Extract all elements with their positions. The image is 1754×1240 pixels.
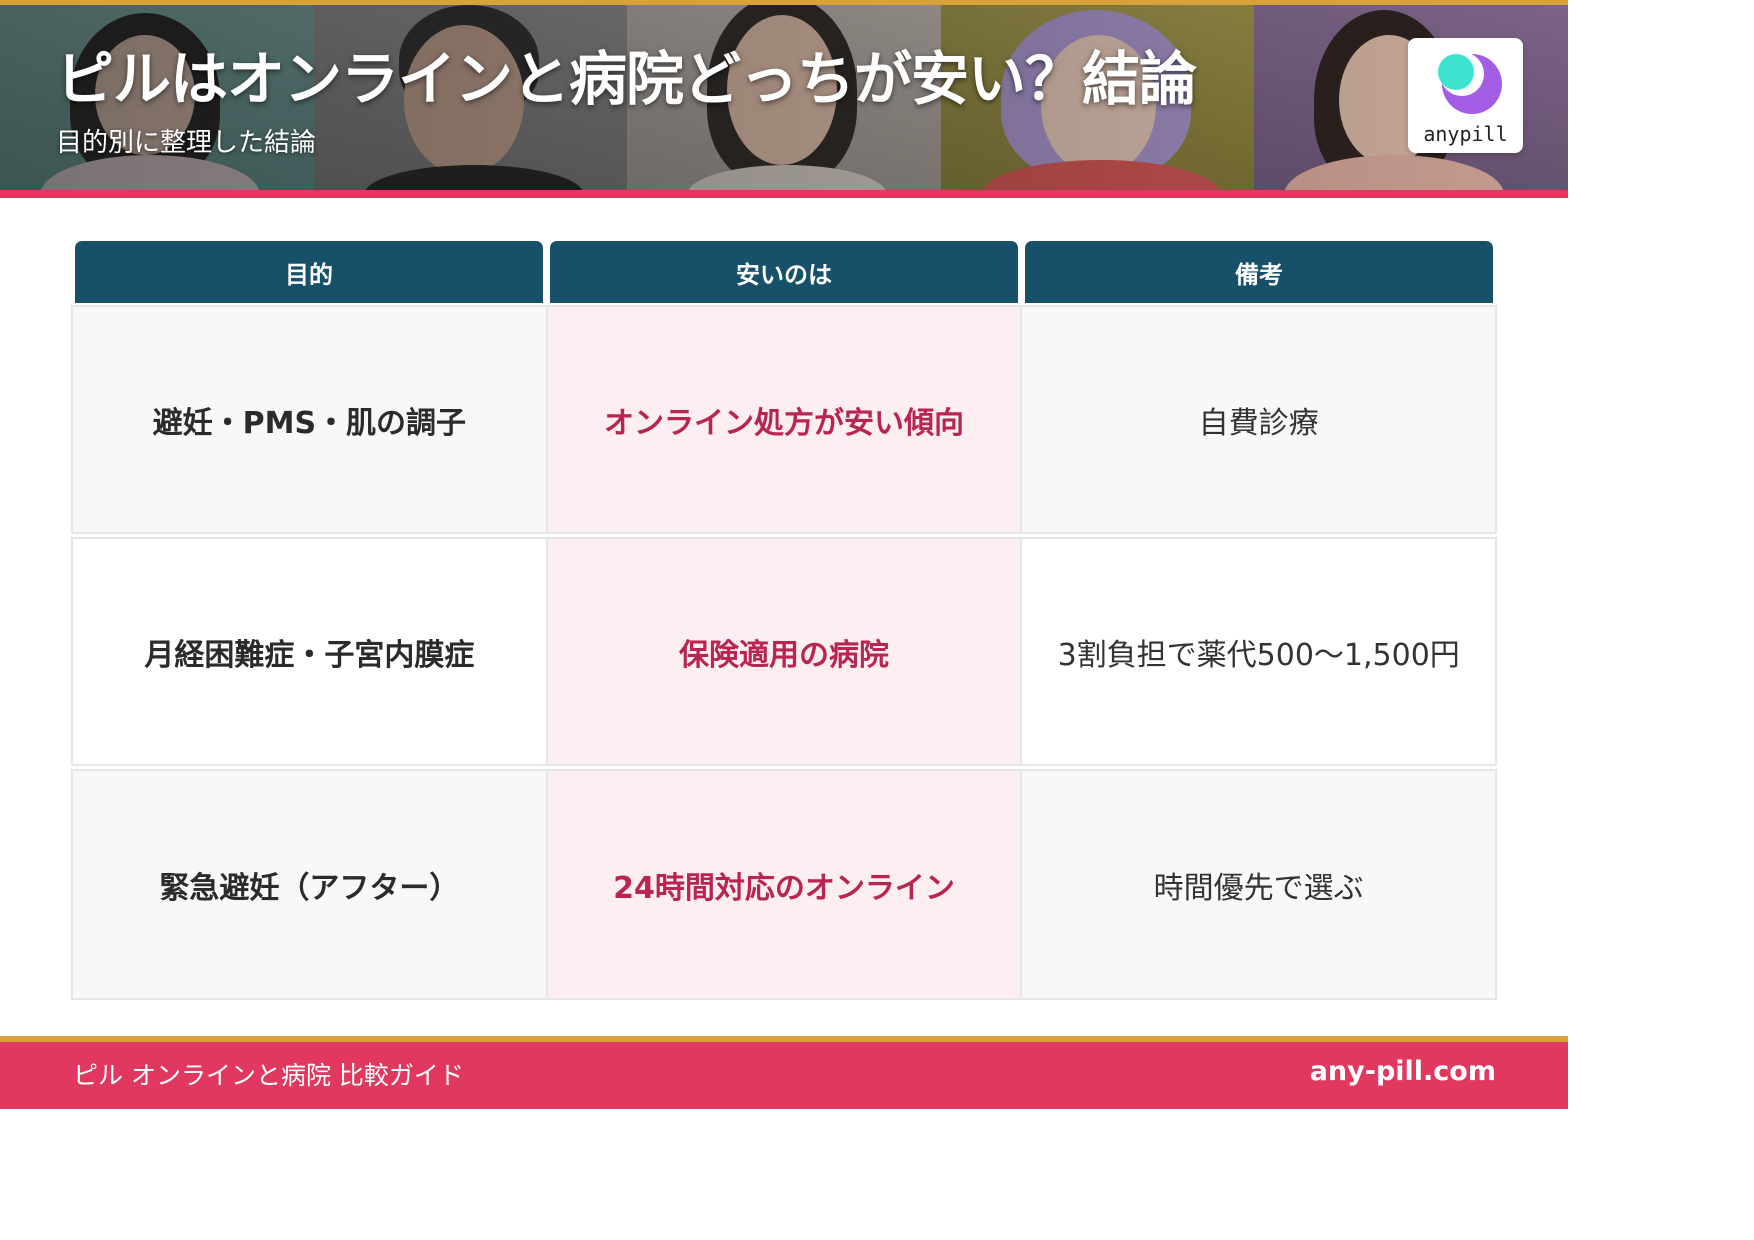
- table-row: 月経困難症・子宮内膜症 保険適用の病院 3割負担で薬代500〜1,500円: [71, 537, 1497, 766]
- note-cell: 時間優先で選ぶ: [1022, 771, 1496, 998]
- page-title: ピルはオンラインと病院どっちが安い？結論: [56, 45, 1197, 113]
- footer-bar: ピル オンラインと病院 比較ガイド any-pill.com: [0, 1042, 1568, 1109]
- brand-logo: anypill: [1408, 38, 1523, 153]
- note-cell: 自費診療: [1022, 307, 1496, 532]
- footer-site-link[interactable]: any-pill.com: [1310, 1056, 1496, 1087]
- table-body: 避妊・PMS・肌の調子 オンライン処方が安い傾向 自費診療 月経困難症・子宮内膜…: [71, 305, 1497, 1000]
- comparison-table: 目的 安いのは 備考 避妊・PMS・肌の調子 オンライン処方が安い傾向 自費診療…: [71, 241, 1497, 1003]
- footer-guide-title: ピル オンラインと病院 比較ガイド: [73, 1061, 464, 1090]
- page-subtitle: 目的別に整理した結論: [56, 128, 317, 158]
- header-banner: ピルはオンラインと病院どっちが安い？結論 目的別に整理した結論 anypill: [0, 0, 1568, 198]
- crescent-moon-logo-icon: [1438, 52, 1502, 114]
- purpose-cell: 避妊・PMS・肌の調子: [73, 307, 548, 532]
- column-header-purpose: 目的: [75, 241, 543, 303]
- banner-top-accent-line: [0, 0, 1568, 5]
- table-row: 緊急避妊（アフター） 24時間対応のオンライン 時間優先で選ぶ: [71, 769, 1497, 1000]
- cheaper-option-cell: オンライン処方が安い傾向: [547, 307, 1023, 532]
- note-cell: 3割負担で薬代500〜1,500円: [1022, 539, 1496, 764]
- purpose-cell: 月経困難症・子宮内膜症: [73, 539, 548, 764]
- table-header-row: 目的 安いのは 備考: [75, 241, 1493, 303]
- brand-logo-text: anypill: [1423, 122, 1508, 146]
- column-header-cheaper: 安いのは: [550, 241, 1018, 303]
- cheaper-option-cell: 24時間対応のオンライン: [547, 771, 1023, 998]
- table-row: 避妊・PMS・肌の調子 オンライン処方が安い傾向 自費診療: [71, 305, 1497, 534]
- cheaper-option-cell: 保険適用の病院: [547, 539, 1023, 764]
- banner-bottom-accent-line: [0, 190, 1568, 198]
- purpose-cell: 緊急避妊（アフター）: [73, 771, 548, 998]
- column-header-note: 備考: [1025, 241, 1493, 303]
